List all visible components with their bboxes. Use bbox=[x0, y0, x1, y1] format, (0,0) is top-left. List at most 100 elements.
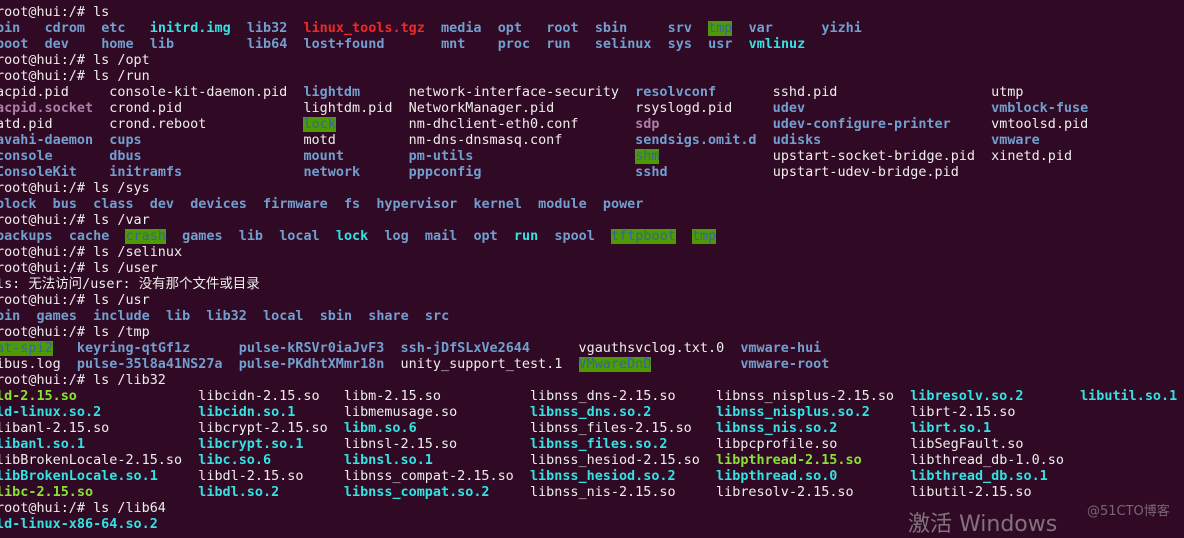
terminal-entry: nm-dhclient-eth0.conf bbox=[335, 117, 636, 132]
terminal-entry: atd.pid crond.reboot bbox=[0, 117, 304, 132]
terminal-spacing bbox=[384, 37, 441, 52]
terminal-spacing bbox=[651, 37, 667, 52]
terminal-spacing bbox=[304, 309, 320, 324]
terminal-entry: vmware bbox=[991, 133, 1040, 148]
terminal-entry: udisks bbox=[772, 133, 822, 148]
terminal-entry: vmblock-fuse bbox=[991, 101, 1089, 116]
terminal-entry: ld-2.15.so bbox=[0, 389, 77, 404]
terminal-spacing bbox=[36, 197, 52, 212]
terminal-entry: libmemusage.so bbox=[295, 405, 530, 420]
terminal-spacing bbox=[53, 149, 110, 164]
terminal-line: ConsoleKit initramfs network pppconfig s… bbox=[0, 165, 1177, 181]
terminal-entry: ls: 无法访问/user: 没有那个文件或目录 bbox=[0, 277, 260, 292]
terminal-line: root@hui:/# ls /var bbox=[0, 213, 1177, 229]
terminal-entry: libc-2.15.so bbox=[0, 485, 94, 500]
terminal-line: root@hui:/# ls /usr bbox=[0, 293, 1177, 309]
terminal-entry: var bbox=[748, 21, 773, 36]
terminal-entry: class bbox=[93, 197, 134, 212]
terminal-spacing bbox=[457, 197, 473, 212]
terminal-entry: libnss_hesiod-2.15.so bbox=[432, 453, 717, 468]
terminal-entry: libpthread.so.0 bbox=[716, 469, 838, 484]
terminal-entry: bus bbox=[52, 197, 77, 212]
terminal-entry: root@hui:/# ls /sys bbox=[0, 181, 150, 196]
terminal-entry: vmware-root bbox=[740, 357, 830, 372]
terminal-entry: acpid.socket bbox=[0, 101, 94, 116]
terminal-entry: lib32 bbox=[246, 21, 288, 36]
terminal-line: atd.pid crond.reboot lock nm-dhclient-et… bbox=[0, 117, 1177, 133]
terminal-spacing bbox=[579, 21, 595, 36]
terminal-spacing bbox=[384, 341, 400, 356]
terminal-output[interactable]: root@hui:/# ls bin cdrom etc initrd.img l… bbox=[0, 5, 1177, 533]
terminal-entry: libdl.so.2 bbox=[198, 485, 280, 500]
terminal-line: bin cdrom etc initrd.img lib32 linux_too… bbox=[0, 21, 1177, 37]
terminal-entry: lib64 bbox=[246, 37, 288, 52]
terminal-entry: console bbox=[0, 149, 53, 164]
terminal-entry: root@hui:/# ls bbox=[0, 5, 110, 20]
terminal-entry: mount bbox=[303, 149, 344, 164]
terminal-entry: at-spi2 bbox=[0, 341, 53, 356]
terminal-line: libBrokenLocale-2.15.so libc.so.6 libnsl… bbox=[0, 453, 1177, 469]
terminal-entry: local bbox=[263, 309, 304, 324]
terminal-entry: run bbox=[546, 37, 571, 52]
terminal-spacing bbox=[498, 229, 514, 244]
terminal-spacing bbox=[676, 229, 692, 244]
terminal-spacing bbox=[150, 309, 166, 324]
terminal-spacing bbox=[409, 309, 425, 324]
terminal-spacing bbox=[473, 149, 635, 164]
terminal-spacing bbox=[125, 21, 149, 36]
terminal-entry: libnss_compat.so.2 bbox=[343, 485, 490, 500]
terminal-spacing bbox=[344, 149, 409, 164]
terminal-entry: root bbox=[546, 21, 579, 36]
terminal-entry: bin bbox=[0, 309, 21, 324]
terminal-entry: media bbox=[441, 21, 482, 36]
terminal-entry: spool bbox=[554, 229, 595, 244]
terminal-entry: lock bbox=[303, 117, 336, 132]
terminal-entry: proc bbox=[497, 37, 531, 52]
terminal-entry: libm.so.6 bbox=[343, 421, 417, 436]
terminal-line: libc-2.15.so libdl.so.2 libnss_compat.so… bbox=[0, 485, 1177, 501]
terminal-entry: lib bbox=[149, 37, 175, 52]
terminal-entry: sshd.pid utmp bbox=[716, 85, 1024, 100]
terminal-entry: lib32 bbox=[206, 309, 247, 324]
terminal-line: root@hui:/# ls /lib32 bbox=[0, 373, 1177, 389]
terminal-entry: root@hui:/# ls /selinux bbox=[0, 245, 183, 260]
terminal-entry: libcrypt.so.1 bbox=[198, 437, 304, 452]
terminal-line: at-spi2 keyring-qtGf1z pulse-kRSVr0iaJvF… bbox=[0, 341, 1177, 357]
terminal-entry: crash bbox=[125, 229, 166, 244]
terminal-entry: srv bbox=[667, 21, 692, 36]
terminal-entry: pulse-35l8a41NS27a bbox=[76, 357, 223, 372]
terminal-entry: local bbox=[279, 229, 320, 244]
terminal-spacing bbox=[134, 37, 150, 52]
terminal-entry: cache bbox=[68, 229, 110, 244]
terminal-spacing bbox=[20, 21, 44, 36]
terminal-entry: dev bbox=[149, 197, 175, 212]
terminal-line: avahi-daemon cups motd nm-dns-dnsmasq.co… bbox=[0, 133, 1177, 149]
terminal-spacing bbox=[368, 229, 384, 244]
terminal-entry: shm bbox=[635, 149, 660, 164]
terminal-entry: libBrokenLocale.so.1 bbox=[0, 469, 158, 484]
terminal-entry: opt bbox=[497, 21, 522, 36]
terminal-entry: libcidn-2.15.so libm-2.15.so libnss_dns-… bbox=[76, 389, 911, 404]
terminal-spacing bbox=[231, 21, 247, 36]
terminal-line: libanl.so.1 libcrypt.so.1 libnsl-2.15.so… bbox=[0, 437, 1177, 453]
terminal-entry: unity_support_test.1 bbox=[384, 357, 579, 372]
terminal-spacing bbox=[190, 309, 206, 324]
terminal-entry: sendsigs.omit.d bbox=[635, 133, 757, 148]
terminal-spacing bbox=[77, 197, 93, 212]
terminal-entry: mail bbox=[424, 229, 458, 244]
terminal-spacing bbox=[538, 229, 554, 244]
terminal-entry: libnss_nis.so.2 bbox=[716, 421, 838, 436]
terminal-entry: bin bbox=[0, 21, 21, 36]
terminal-entry: libnss_files.so.2 bbox=[529, 437, 668, 452]
terminal-entry: share bbox=[368, 309, 409, 324]
terminal-spacing bbox=[482, 21, 498, 36]
terminal-spacing bbox=[85, 21, 101, 36]
terminal-spacing bbox=[20, 309, 36, 324]
terminal-spacing bbox=[837, 469, 910, 484]
terminal-spacing bbox=[530, 37, 546, 52]
terminal-spacing bbox=[651, 405, 716, 420]
terminal-spacing bbox=[287, 37, 303, 52]
terminal-spacing bbox=[93, 133, 109, 148]
terminal-spacing bbox=[174, 197, 190, 212]
terminal-spacing bbox=[166, 229, 182, 244]
